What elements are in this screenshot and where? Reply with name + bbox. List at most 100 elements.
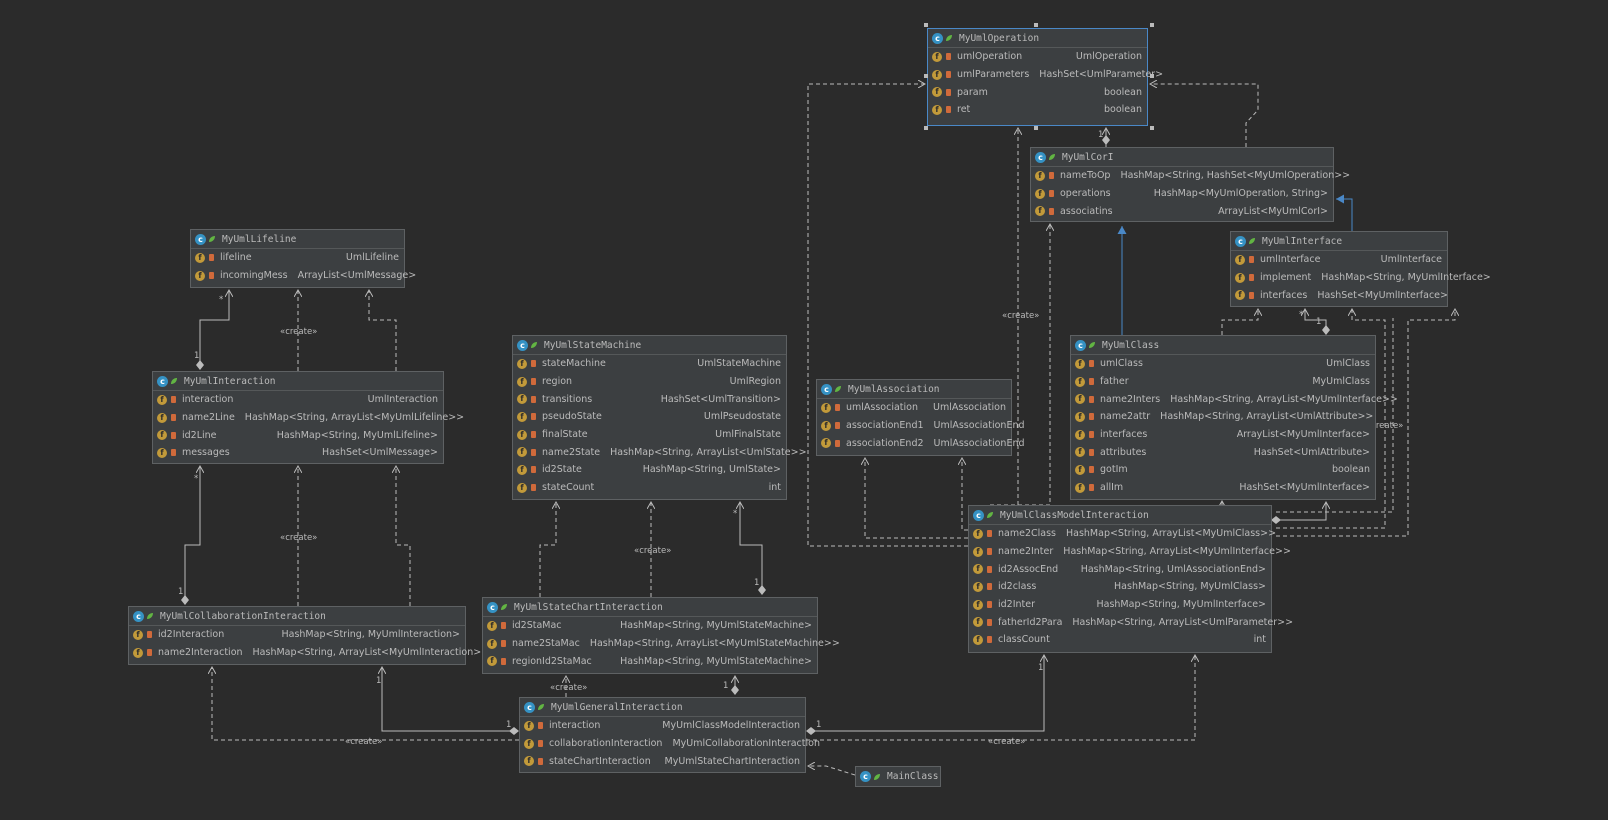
dependency-edge[interactable]: [396, 466, 411, 606]
field-row[interactable]: f id2class HashMap<String, MyUmlClass>: [969, 578, 1271, 596]
field-row[interactable]: f name2Inter HashMap<String, ArrayList<MyU…: [969, 543, 1291, 561]
class-header[interactable]: c MyUmlInteraction: [153, 372, 443, 391]
class-node-main-class[interactable]: c MainClass: [855, 766, 941, 787]
field-row[interactable]: f stateMachine UmlStateMachine: [513, 355, 786, 373]
class-header[interactable]: c MyUmlAssociation: [817, 380, 1011, 399]
dependency-edge[interactable]: [369, 290, 397, 371]
field-row[interactable]: f finalState UmlFinalState: [513, 426, 786, 444]
class-header[interactable]: c MyUmlCorI: [1031, 148, 1333, 167]
selection-handle[interactable]: [1150, 126, 1154, 130]
dependency-edge[interactable]: [990, 224, 1050, 506]
field-row[interactable]: f umlClass UmlClass: [1071, 355, 1375, 373]
field-row[interactable]: f name2State HashMap<String, ArrayList<Uml…: [513, 443, 807, 461]
dependency-edge[interactable]: [806, 655, 1195, 741]
dependency-edge[interactable]: [807, 84, 968, 547]
field-row[interactable]: f messages HashSet<UmlMessage>: [153, 444, 443, 462]
dependency-edge[interactable]: [865, 458, 968, 539]
selection-handle[interactable]: [1034, 23, 1038, 27]
class-header[interactable]: c MyUmlStateChartInteraction: [483, 598, 817, 617]
class-header[interactable]: c MyUmlCollaborationInteraction: [129, 607, 465, 626]
field-row[interactable]: f name2Line HashMap<String, ArrayList<MyUm…: [153, 409, 464, 427]
class-header[interactable]: c MyUmlStateMachine: [513, 336, 786, 355]
dependency-edge[interactable]: [808, 766, 856, 776]
field-row[interactable]: f fatherId2Para HashMap<String, ArrayList<…: [969, 613, 1293, 631]
field-row[interactable]: f id2Line HashMap<String, MyUmlLifeline>: [153, 426, 443, 444]
association-edge[interactable]: [199, 290, 229, 365]
dependency-edge[interactable]: [1150, 84, 1259, 147]
field-row[interactable]: f operations HashMap<MyUmlOperation, Strin…: [1031, 185, 1333, 203]
dependency-edge[interactable]: [539, 502, 556, 597]
field-row[interactable]: f pseudoState UmlPseudostate: [513, 408, 786, 426]
field-row[interactable]: f umlParameters HashSet<UmlParameter>: [928, 66, 1163, 84]
dependency-edge[interactable]: [1221, 309, 1258, 335]
field-row[interactable]: f father MyUmlClass: [1071, 373, 1375, 391]
association-edge[interactable]: [811, 655, 1044, 732]
field-row[interactable]: f lifeline UmlLifeline: [191, 249, 404, 267]
field-row[interactable]: f associatins ArrayList<MyUmlCorI>: [1031, 202, 1333, 220]
field-row[interactable]: f ret boolean: [928, 101, 1147, 119]
field-row[interactable]: f associationEnd1 UmlAssociationEnd: [817, 417, 1025, 435]
selection-handle[interactable]: [924, 126, 928, 130]
field-row[interactable]: f umlOperation UmlOperation: [928, 48, 1147, 66]
field-row[interactable]: f collaborationInteraction MyUmlCollaborat…: [520, 735, 820, 753]
class-node-my-uml-interface[interactable]: c MyUmlInterface f umlInterface UmlInterface…: [1230, 231, 1491, 307]
field-row[interactable]: f region UmlRegion: [513, 373, 786, 391]
field-row[interactable]: f gotIm boolean: [1071, 461, 1375, 479]
field-row[interactable]: f transitions HashSet<UmlTransition>: [513, 390, 786, 408]
association-edge[interactable]: [1276, 502, 1326, 521]
field-row[interactable]: f associationEnd2 UmlAssociationEnd: [817, 434, 1025, 452]
selection-handle[interactable]: [1034, 126, 1038, 130]
field-row[interactable]: f param boolean: [928, 83, 1147, 101]
field-row[interactable]: f regionId2StaMac HashMap<String, MyUmlSta…: [483, 652, 817, 670]
field-row[interactable]: f name2Class HashMap<String, ArrayList<MyU…: [969, 525, 1276, 543]
field-row[interactable]: f name2Interaction HashMap<String, ArrayLi…: [129, 644, 489, 662]
association-edge[interactable]: [740, 502, 763, 590]
class-node-my-uml-class[interactable]: c MyUmlClass f umlClass UmlClass f father MyUml…: [1070, 335, 1398, 500]
field-row[interactable]: f name2Inters HashMap<String, ArrayList<My…: [1071, 390, 1398, 408]
class-node-my-uml-collaboration-interaction[interactable]: c MyUmlCollaborationInteraction f id2Intera…: [128, 606, 489, 665]
class-node-my-uml-general-interaction[interactable]: c MyUmlGeneralInteraction f interaction MyUm…: [519, 697, 820, 773]
field-row[interactable]: f name2StaMac HashMap<String, ArrayList<My…: [483, 635, 840, 653]
class-node-my-uml-class-model-interaction[interactable]: c MyUmlClassModelInteraction f name2Class Ha…: [968, 505, 1293, 653]
class-header[interactable]: c MainClass: [856, 767, 940, 786]
class-header[interactable]: c MyUmlInterface: [1231, 232, 1447, 251]
selection-handle[interactable]: [924, 23, 928, 27]
association-edge[interactable]: [382, 667, 514, 732]
field-row[interactable]: f name2attr HashMap<String, ArrayList<UmlA…: [1071, 408, 1375, 426]
class-header[interactable]: c MyUmlClassModelInteraction: [969, 506, 1271, 525]
class-header[interactable]: c MyUmlLifeline: [191, 230, 404, 249]
field-row[interactable]: f classCount int: [969, 631, 1271, 649]
field-row[interactable]: f id2Interaction HashMap<String, MyUmlInte…: [129, 626, 465, 644]
field-row[interactable]: f interfaces HashSet<MyUmlInterface>: [1231, 286, 1448, 304]
field-row[interactable]: f interaction UmlInteraction: [153, 391, 443, 409]
class-node-my-uml-state-chart-interaction[interactable]: c MyUmlStateChartInteraction f id2StaMac Has…: [482, 597, 840, 674]
class-node-my-uml-lifeline[interactable]: c MyUmlLifeline f lifeline UmlLifeline f incom…: [190, 229, 416, 288]
field-row[interactable]: f implement HashMap<String, MyUmlInterface…: [1231, 269, 1491, 287]
field-row[interactable]: f incomingMess ArrayList<UmlMessage>: [191, 267, 416, 285]
dependency-edge[interactable]: [212, 667, 519, 741]
class-node-my-uml-cor-i[interactable]: c MyUmlCorI f nameToOp HashMap<String, HashS…: [1030, 147, 1350, 222]
class-node-my-uml-operation[interactable]: c MyUmlOperation f umlOperation UmlOperation…: [927, 28, 1163, 126]
class-header[interactable]: c MyUmlGeneralInteraction: [520, 698, 805, 717]
class-node-my-uml-state-machine[interactable]: c MyUmlStateMachine f stateMachine UmlStateM…: [512, 335, 807, 500]
field-row[interactable]: f interaction MyUmlClassModelInteraction: [520, 717, 805, 735]
field-row[interactable]: f id2StaMac HashMap<String, MyUmlStateMach…: [483, 617, 817, 635]
inheritance-edge[interactable]: [1336, 194, 1353, 231]
association-edge[interactable]: [184, 466, 200, 600]
class-node-my-uml-interaction[interactable]: c MyUmlInteraction f interaction UmlInteract…: [152, 371, 464, 464]
selection-handle[interactable]: [1150, 74, 1154, 78]
field-row[interactable]: f umlInterface UmlInterface: [1231, 251, 1447, 269]
selection-handle[interactable]: [1150, 23, 1154, 27]
field-row[interactable]: f attributes HashSet<UmlAttribute>: [1071, 443, 1375, 461]
field-row[interactable]: f id2State HashMap<String, UmlState>: [513, 461, 786, 479]
field-row[interactable]: f umlAssociation UmlAssociation: [817, 399, 1011, 417]
field-row[interactable]: f id2Inter HashMap<String, MyUmlInterface>: [969, 596, 1271, 614]
field-row[interactable]: f nameToOp HashMap<String, HashSet<MyUmlOp…: [1031, 167, 1350, 185]
class-node-my-uml-association[interactable]: c MyUmlAssociation f umlAssociation UmlAssoc…: [816, 379, 1025, 456]
field-row[interactable]: f interfaces ArrayList<MyUmlInterface>: [1071, 426, 1375, 444]
field-row[interactable]: f allIm HashSet<MyUmlInterface>: [1071, 479, 1375, 497]
selection-handle[interactable]: [924, 74, 928, 78]
class-header[interactable]: c MyUmlClass: [1071, 336, 1375, 355]
class-header[interactable]: c MyUmlOperation: [928, 29, 1147, 48]
field-row[interactable]: f stateChartInteraction MyUmlStateChartInt…: [520, 752, 805, 770]
